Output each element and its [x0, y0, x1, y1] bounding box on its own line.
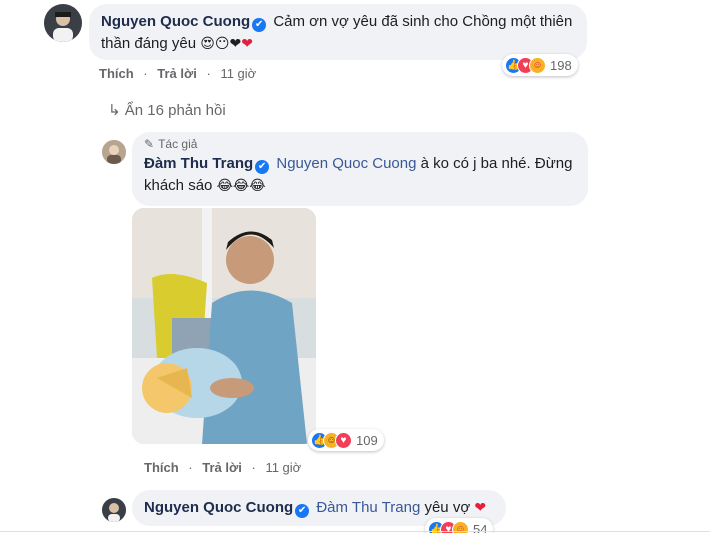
comment-text-line1: Cảm ơn vợ yêu đã sinh cho Chồng một thiê…: [273, 13, 573, 30]
timestamp[interactable]: 11 giờ: [265, 460, 301, 475]
photo-father-holding-baby: [132, 208, 316, 444]
mention-link[interactable]: Đàm Thu Trang: [316, 499, 420, 516]
reply-body: Đàm Thu Trang ✔ Nguyen Quoc Cuong à ko có…: [144, 153, 576, 197]
separator: ·: [143, 66, 148, 81]
like-link[interactable]: Thích: [99, 66, 134, 81]
avatar-dam-thu-trang[interactable]: [102, 140, 126, 164]
heart-icon: ❤: [241, 36, 253, 52]
comment-author-name[interactable]: Nguyen Quoc Cuong: [101, 13, 250, 30]
separator: ·: [206, 66, 211, 81]
comment-text-line2: thần đáng yêu: [101, 35, 197, 52]
comment-actions: Thích · Trả lời · 11 giờ: [99, 66, 262, 81]
mention-link[interactable]: Nguyen Quoc Cuong: [276, 155, 416, 172]
attached-photo[interactable]: [132, 208, 316, 444]
reply-bubble: ✎ Tác giả Đàm Thu Trang ✔ Nguyen Quoc Cuo…: [132, 132, 588, 206]
like-link[interactable]: Thích: [144, 460, 179, 475]
timestamp[interactable]: 11 giờ: [220, 66, 256, 81]
pencil-icon: ✎: [144, 137, 155, 151]
avatar-nguyen-quoc-cuong[interactable]: [44, 4, 82, 42]
bottom-divider: [0, 531, 710, 532]
return-arrow-icon: ↳: [108, 102, 121, 119]
reply-link[interactable]: Trả lời: [157, 66, 197, 81]
hide-replies-link[interactable]: ↳ Ẩn 16 phản hồi: [108, 101, 226, 119]
verified-badge-icon: ✔: [255, 160, 270, 174]
emoji-group: 😍😶❤: [200, 36, 242, 52]
love-reaction-icon: ♥: [335, 431, 352, 449]
care-reaction-icon: ☺: [529, 56, 546, 74]
reply2-text: yêu vợ: [420, 499, 471, 516]
author-tag-label: Tác giả: [158, 137, 198, 151]
author-tag: ✎ Tác giả: [144, 137, 576, 151]
comment-body: Nguyen Quoc Cuong ✔ Cảm ơn vợ yêu đã sinh…: [101, 11, 575, 55]
comment-bubble: Nguyen Quoc Cuong ✔ Cảm ơn vợ yêu đã sinh…: [89, 4, 587, 60]
laughing-emoji-group: 😂😂😂: [216, 178, 266, 194]
reply-actions: Thích · Trả lời · 11 giờ: [144, 460, 307, 475]
reply-text-line2: khách sáo: [144, 177, 213, 194]
reply-text: à ko có j ba nhé. Đừng: [416, 155, 573, 172]
hide-replies-label: Ẩn 16 phản hồi: [124, 102, 226, 119]
separator: ·: [251, 460, 256, 475]
reaction-summary[interactable]: 👍 ♥ ☺ 198: [502, 54, 578, 76]
reply-author-name[interactable]: Đàm Thu Trang: [144, 155, 253, 172]
separator: ·: [188, 460, 193, 475]
reply-link[interactable]: Trả lời: [202, 460, 242, 475]
avatar-nguyen-quoc-cuong-small[interactable]: [102, 498, 126, 522]
verified-badge-icon: ✔: [295, 504, 310, 518]
photo-reaction-summary[interactable]: 👍 ☺ ♥ 109: [308, 429, 384, 451]
heart-icon: ❤: [474, 500, 487, 516]
reply2-author-name[interactable]: Nguyen Quoc Cuong: [144, 499, 293, 516]
reaction-count: 109: [356, 432, 378, 448]
verified-badge-icon: ✔: [252, 18, 267, 32]
reaction-count: 198: [550, 57, 572, 73]
reply2-body: Nguyen Quoc Cuong ✔ Đàm Thu Trang yêu vợ …: [144, 497, 494, 519]
